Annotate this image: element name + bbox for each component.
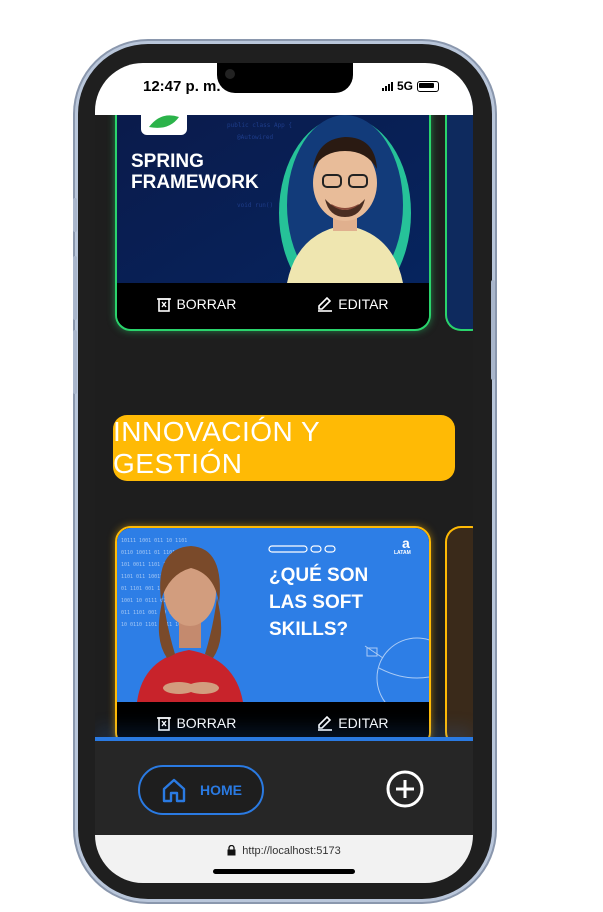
phone-screen: 12:47 p. m. 5G public class App {@Autow…: [95, 63, 473, 883]
lock-icon: [227, 845, 236, 856]
battery-icon: [417, 80, 439, 92]
home-label: HOME: [200, 782, 242, 798]
edit-label: EDITAR: [338, 296, 389, 312]
next-card-peek[interactable]: [445, 526, 473, 748]
video-thumbnail[interactable]: public class App { @Autowired return nul…: [117, 87, 429, 283]
signal-icon: [381, 81, 393, 91]
volume-up-button: [73, 256, 77, 320]
thumbnail-title-line3: SKILLS?: [269, 619, 349, 640]
video-list[interactable]: public class App { @Autowired return nul…: [95, 85, 473, 748]
pencil-icon: [318, 715, 333, 731]
video-card[interactable]: 10111 1001 011 10 1101 0110 10011 01 110…: [115, 526, 431, 748]
svg-text:a: a: [402, 535, 410, 551]
svg-text:public class App {: public class App {: [227, 122, 292, 129]
svg-text:@Autowired: @Autowired: [237, 134, 274, 141]
thumbnail-title-line1: ¿QUÉ SON: [269, 565, 369, 586]
video-thumbnail[interactable]: 10111 1001 011 10 1101 0110 10011 01 110…: [117, 528, 429, 702]
status-indicators: 5G: [381, 79, 439, 93]
delete-label: BORRAR: [176, 715, 237, 731]
trash-icon: [157, 298, 172, 312]
category-title: INNOVACIÓN Y GESTIÓN: [113, 415, 455, 481]
network-label: 5G: [396, 79, 413, 93]
trash-icon: [157, 717, 172, 731]
mute-switch: [73, 198, 77, 232]
status-time: 12:47 p. m.: [143, 78, 221, 95]
svg-text:10111 1001 011 10 1101: 10111 1001 011 10 1101: [121, 538, 187, 544]
home-button[interactable]: HOME: [138, 765, 264, 815]
thumbnail-title-line2: LAS SOFT: [269, 592, 363, 613]
volume-down-button: [73, 330, 77, 394]
delete-label: BORRAR: [176, 296, 237, 312]
browser-url-bar[interactable]: http://localhost:5173: [95, 835, 473, 883]
next-card-peek[interactable]: [445, 85, 473, 331]
home-icon: [162, 778, 186, 803]
edit-button[interactable]: EDITAR: [317, 715, 389, 731]
home-indicator: [213, 869, 355, 874]
thumbnail-title-line2: FRAMEWORK: [131, 172, 259, 193]
brand-label: LATAM: [394, 550, 411, 556]
camera-icon: [225, 69, 235, 79]
plus-circle-icon: [386, 770, 424, 808]
card-actions: BORRAR EDITAR: [117, 283, 429, 325]
thumbnail-title-line1: SPRING: [131, 151, 204, 172]
add-video-button[interactable]: [385, 769, 425, 814]
video-card[interactable]: public class App { @Autowired return nul…: [115, 85, 431, 331]
url-text: http://localhost:5173: [242, 845, 341, 857]
pencil-icon: [318, 296, 333, 312]
edit-label: EDITAR: [338, 715, 389, 731]
edit-button[interactable]: EDITAR: [317, 296, 389, 312]
bottom-navbar: HOME: [95, 737, 473, 837]
delete-button[interactable]: BORRAR: [157, 715, 236, 731]
notch: [217, 63, 353, 93]
svg-text:void run(): void run(): [237, 202, 273, 209]
delete-button[interactable]: BORRAR: [157, 296, 236, 312]
power-button: [491, 280, 495, 380]
